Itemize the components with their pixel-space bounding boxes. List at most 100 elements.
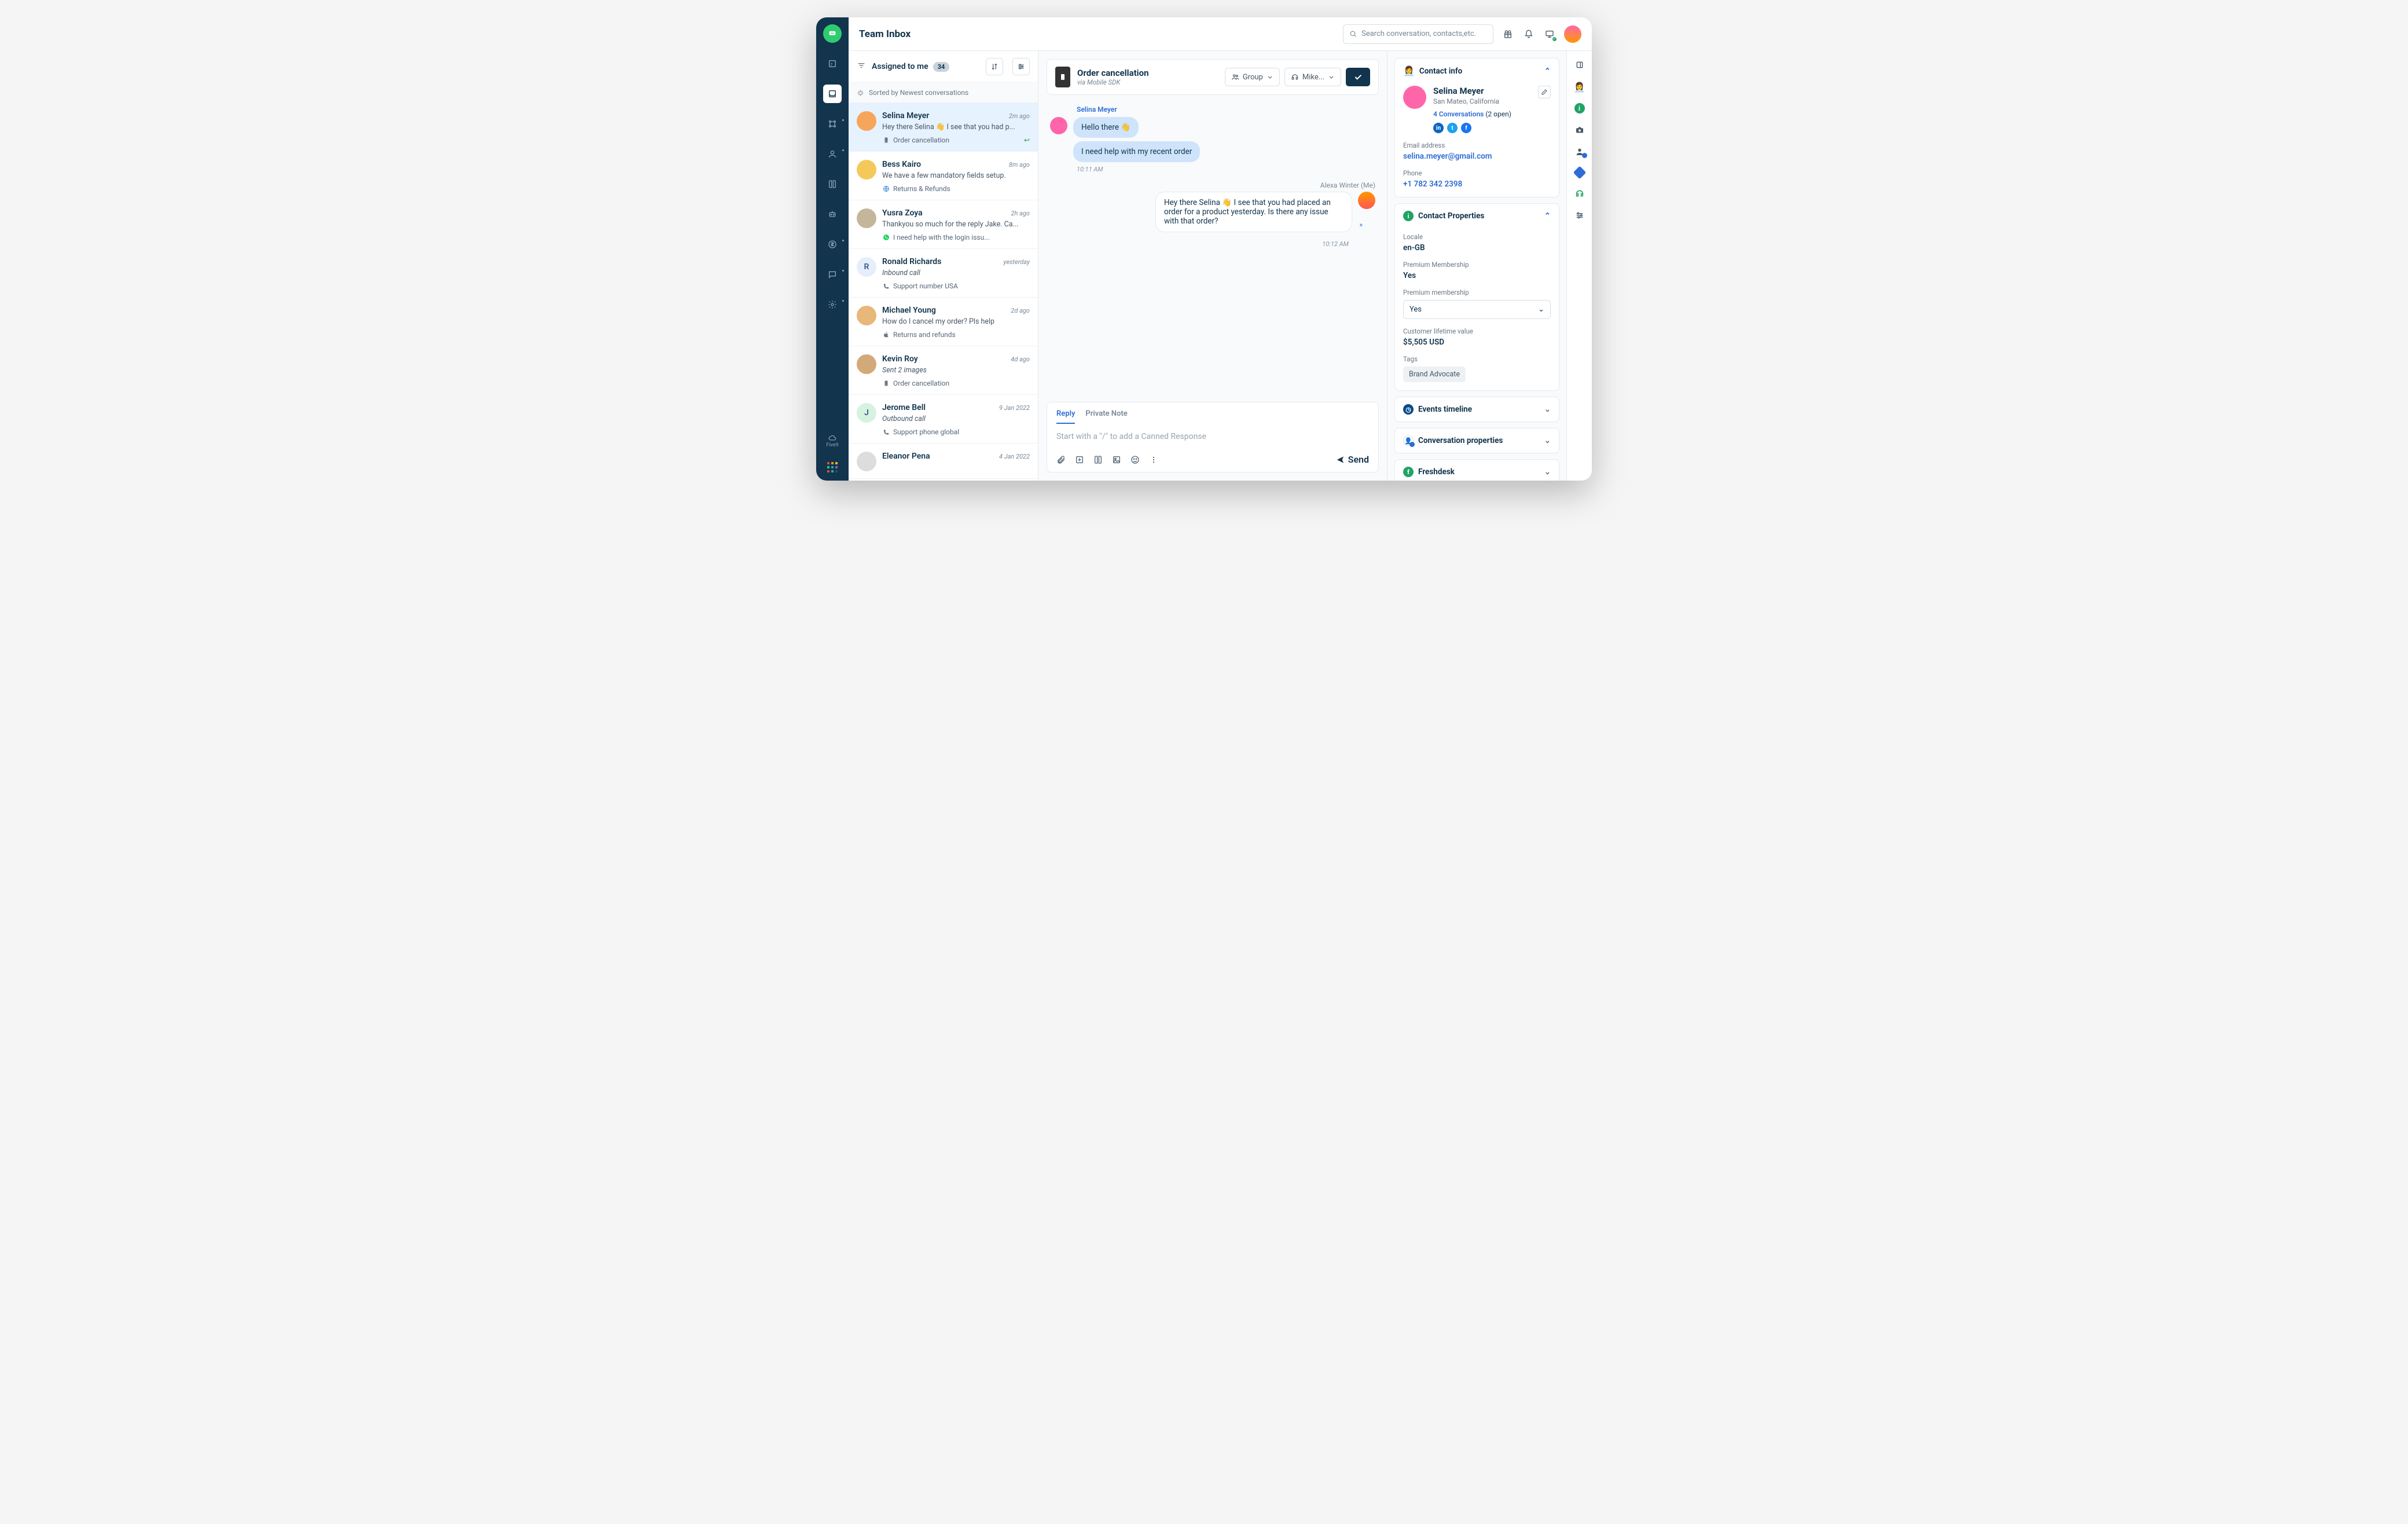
sort-toggle-button[interactable] bbox=[986, 58, 1003, 75]
conversation-item[interactable]: Kevin Roy4d ago Sent 2 images Order canc… bbox=[849, 346, 1038, 395]
nav-rail: Five9 bbox=[816, 17, 849, 481]
conversation-item[interactable]: Michael Young2d ago How do I cancel my o… bbox=[849, 298, 1038, 346]
nav-inbox-icon[interactable] bbox=[823, 85, 842, 103]
phone-icon bbox=[882, 428, 890, 436]
contact-avatar: R bbox=[857, 257, 876, 277]
linkedin-icon[interactable]: in bbox=[1433, 123, 1444, 133]
conversation-preview: We have a few mandatory fields setup. bbox=[882, 171, 1030, 180]
events-timeline-header[interactable]: ◷ Events timeline ⌄ bbox=[1395, 397, 1559, 422]
resolve-button[interactable] bbox=[1346, 68, 1370, 86]
conversation-channel: Support phone global bbox=[882, 428, 1030, 436]
brand-logo[interactable] bbox=[823, 24, 842, 43]
contact-info-header[interactable]: 👩‍💼 Contact info ⌃ bbox=[1395, 58, 1559, 83]
headset-icon bbox=[1291, 73, 1299, 81]
conversation-props-header[interactable]: 👤 Conversation properties ⌄ bbox=[1395, 428, 1559, 453]
conversation-channel: Support number USA bbox=[882, 282, 1030, 290]
chevron-down-icon bbox=[1328, 74, 1335, 81]
conversation-channel: Returns & Refunds bbox=[882, 185, 1030, 193]
monitor-check-icon[interactable]: ✓ bbox=[1543, 28, 1556, 41]
nav-knowledge-icon[interactable] bbox=[823, 175, 842, 193]
nav-dashboard-icon[interactable] bbox=[823, 54, 842, 73]
edit-contact-button[interactable] bbox=[1538, 86, 1551, 98]
contact-avatar bbox=[857, 306, 876, 325]
widget-add-user-icon[interactable] bbox=[1574, 146, 1585, 157]
nav-cloud-icon[interactable]: Five9 bbox=[823, 432, 842, 450]
tag-chip[interactable]: Brand Advocate bbox=[1403, 367, 1466, 382]
image-icon[interactable] bbox=[1112, 455, 1121, 464]
chevron-down-icon: ⌄ bbox=[1544, 405, 1551, 414]
nav-apps-icon[interactable] bbox=[827, 462, 838, 472]
canned-response-icon[interactable] bbox=[1075, 455, 1084, 464]
contact-name: Jerome Bell bbox=[882, 403, 926, 412]
group-dropdown[interactable]: Group bbox=[1225, 68, 1280, 86]
contact-avatar bbox=[857, 160, 876, 179]
conversation-pane: Order cancellation via Mobile SDK Group … bbox=[1038, 51, 1387, 481]
agent-dropdown[interactable]: Mike... bbox=[1284, 68, 1341, 86]
widget-diamond-icon[interactable] bbox=[1573, 166, 1586, 179]
conversation-item[interactable]: Selina Meyer2m ago Hey there Selina 👋 I … bbox=[849, 103, 1038, 152]
conversation-item[interactable]: J Jerome Bell9 Jan 2022 Outbound call Su… bbox=[849, 395, 1038, 444]
info-pane: 👩‍💼 Contact info ⌃ Selina Meyer San Mate… bbox=[1387, 51, 1566, 481]
contact-props-header[interactable]: i Contact Properties ⌃ bbox=[1395, 204, 1559, 228]
agent-avatar bbox=[1358, 192, 1375, 209]
widget-headset-icon[interactable] bbox=[1574, 188, 1585, 199]
message-timestamp: 10:11 AM bbox=[1077, 166, 1375, 173]
filter-settings-button[interactable] bbox=[1012, 58, 1030, 75]
search-input[interactable]: Search conversation, contacts,etc. bbox=[1343, 24, 1493, 44]
widget-sliders-icon[interactable] bbox=[1574, 210, 1585, 221]
tab-reply[interactable]: Reply bbox=[1056, 409, 1075, 424]
gift-icon[interactable] bbox=[1502, 28, 1514, 41]
chevron-down-icon: ⌄ bbox=[1544, 467, 1551, 477]
composer: Reply Private Note Start with a "/" to a… bbox=[1047, 402, 1379, 472]
email-value[interactable]: selina.meyer@gmail.com bbox=[1403, 152, 1551, 161]
person-gear-icon: 👤 bbox=[1403, 435, 1414, 446]
conversation-item[interactable]: Bess Kairo8m ago We have a few mandatory… bbox=[849, 152, 1038, 200]
conversation-preview: Outbound call bbox=[882, 415, 1030, 423]
widget-profile-icon[interactable]: 👩‍💼 bbox=[1574, 81, 1585, 93]
widget-info-icon[interactable]: i bbox=[1574, 103, 1585, 113]
phone-value[interactable]: +1 782 342 2398 bbox=[1403, 179, 1551, 189]
conversation-item[interactable]: R Ronald Richardsyesterday Inbound call … bbox=[849, 249, 1038, 298]
tab-private-note[interactable]: Private Note bbox=[1085, 409, 1127, 424]
filter-label[interactable]: Assigned to me 34 bbox=[872, 62, 949, 72]
more-icon[interactable] bbox=[1149, 455, 1158, 464]
nav-segments-icon[interactable] bbox=[823, 115, 842, 133]
conversation-list-pane: Assigned to me 34 Sorted by Newest conve… bbox=[849, 51, 1038, 481]
top-bar: Team Inbox Search conversation, contacts… bbox=[849, 17, 1592, 51]
sort-row[interactable]: Sorted by Newest conversations bbox=[849, 83, 1038, 103]
users-icon bbox=[1231, 73, 1239, 81]
contact-name: Kevin Roy bbox=[882, 354, 918, 364]
widget-camera-icon[interactable] bbox=[1574, 124, 1585, 135]
premium-select[interactable]: Yes ⌄ bbox=[1403, 300, 1551, 319]
emoji-icon[interactable] bbox=[1130, 455, 1140, 464]
user-avatar[interactable] bbox=[1564, 25, 1581, 43]
contact-name: Michael Young bbox=[882, 306, 936, 315]
page-title: Team Inbox bbox=[859, 28, 911, 40]
article-icon[interactable] bbox=[1093, 455, 1103, 464]
nav-settings-icon[interactable] bbox=[823, 295, 842, 314]
nav-billing-icon[interactable] bbox=[823, 235, 842, 254]
expand-icon[interactable] bbox=[1574, 59, 1585, 71]
conversation-preview: Hey there Selina 👋 I see that you had p.… bbox=[882, 123, 1030, 131]
nav-bot-icon[interactable] bbox=[823, 205, 842, 224]
conversation-item[interactable]: Yusra Zoya2h ago Thankyou so much for th… bbox=[849, 200, 1038, 249]
freshdesk-header[interactable]: f Freshdesk ⌄ bbox=[1395, 460, 1559, 481]
conversation-header: Order cancellation via Mobile SDK Group … bbox=[1047, 59, 1379, 95]
sparkle-icon bbox=[857, 89, 864, 97]
contact-avatar bbox=[1403, 86, 1426, 109]
nav-messages-icon[interactable] bbox=[823, 265, 842, 284]
conversation-channel: Order cancellation↩ bbox=[882, 136, 1030, 144]
composer-input[interactable]: Start with a "/" to add a Canned Respons… bbox=[1047, 424, 1378, 449]
send-button[interactable]: Send bbox=[1336, 454, 1369, 465]
conversation-item[interactable]: Eleanor Pena4 Jan 2022 bbox=[849, 444, 1038, 479]
contact-name: Ronald Richards bbox=[882, 257, 941, 266]
attachment-icon[interactable] bbox=[1056, 455, 1066, 464]
person-icon: 👩‍💼 bbox=[1403, 65, 1415, 76]
contact-location: San Mateo, California bbox=[1433, 97, 1531, 105]
facebook-icon[interactable]: f bbox=[1461, 123, 1471, 133]
bell-icon[interactable] bbox=[1522, 28, 1535, 41]
send-icon bbox=[1336, 455, 1345, 464]
contact-name: Yusra Zoya bbox=[882, 208, 923, 218]
nav-contacts-icon[interactable] bbox=[823, 145, 842, 163]
twitter-icon[interactable]: t bbox=[1447, 123, 1458, 133]
